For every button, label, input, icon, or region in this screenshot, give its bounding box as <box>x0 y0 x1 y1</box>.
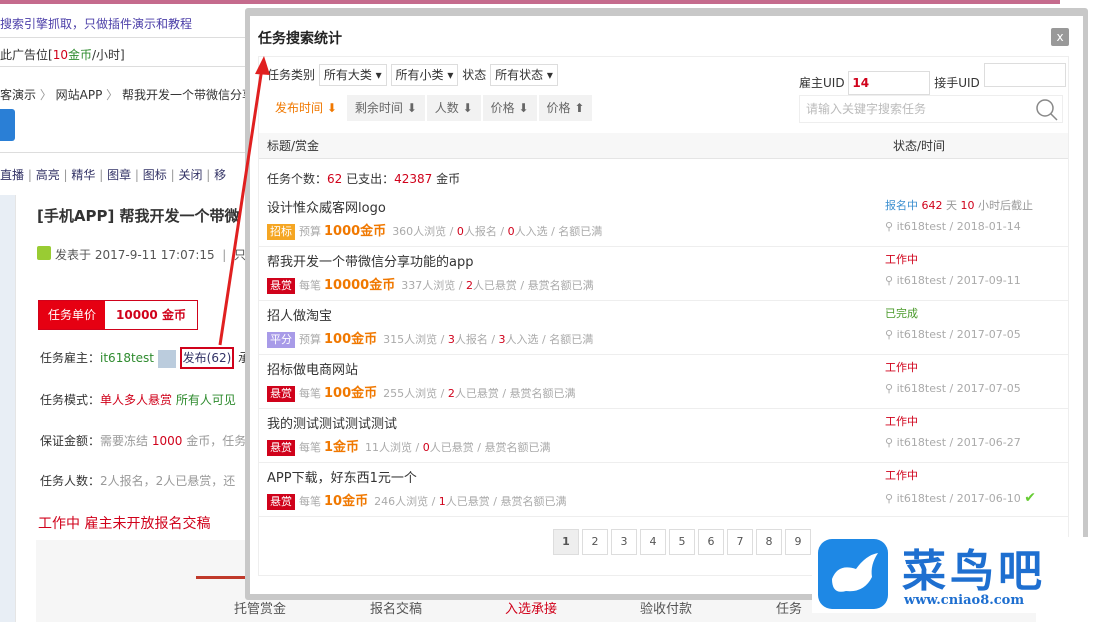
watermark-title: 菜鸟吧 <box>902 546 1046 597</box>
bird-logo-icon <box>818 539 888 609</box>
annotation-arrow <box>218 56 270 346</box>
watermark: 菜鸟吧 www.cniao8.com <box>812 537 1096 613</box>
watermark-url: www.cniao8.com <box>904 593 1025 608</box>
